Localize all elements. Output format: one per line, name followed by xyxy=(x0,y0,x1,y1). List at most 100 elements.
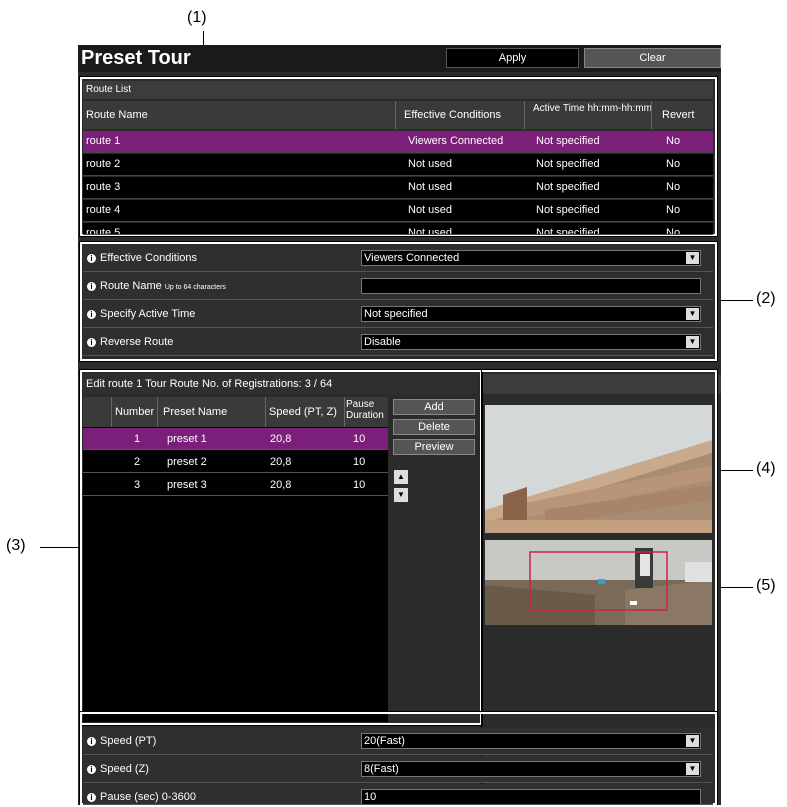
route-row[interactable]: route 5 Not used Not specified No xyxy=(83,223,713,235)
route-revert: No xyxy=(666,158,681,170)
route-condition: Not used xyxy=(408,181,453,193)
info-icon[interactable]: i xyxy=(87,309,96,319)
route-time: Not specified xyxy=(536,227,600,235)
column-revert: Revert xyxy=(662,109,695,121)
callout-2-line xyxy=(718,300,753,301)
arrow-up-icon[interactable]: ▲ xyxy=(394,470,408,484)
reverse-route-label: i Reverse Route xyxy=(87,336,173,348)
column-pause-duration: Pause Duration xyxy=(346,399,384,421)
chevron-down-icon[interactable]: ▼ xyxy=(686,308,699,320)
preview-button[interactable]: Preview xyxy=(393,439,475,455)
callout-4: (4) xyxy=(756,460,776,477)
tour-preset-row[interactable]: 1 preset 1 20,8 10 xyxy=(83,428,388,450)
route-name: route 5 xyxy=(86,227,121,235)
route-name: route 1 xyxy=(86,135,121,147)
chevron-down-icon[interactable]: ▼ xyxy=(686,735,699,747)
preset-number: 2 xyxy=(134,456,141,468)
speed-pt-row: i Speed (PT) 20(Fast) ▼ xyxy=(83,728,713,755)
clear-button[interactable]: Clear xyxy=(584,48,721,68)
chevron-down-icon[interactable]: ▼ xyxy=(686,763,699,775)
route-name-label: i Route Name Up to 64 characters xyxy=(87,280,226,292)
preset-pause: 10 xyxy=(353,456,366,468)
info-icon[interactable]: i xyxy=(87,764,96,774)
route-revert: No xyxy=(666,227,681,235)
tour-preset-table: Number Preset Name Speed (PT, Z) Pause D… xyxy=(83,397,388,722)
add-button[interactable]: Add xyxy=(393,399,475,415)
preset-number: 3 xyxy=(134,479,141,491)
column-route-name: Route Name xyxy=(86,109,148,121)
pause-row: i Pause (sec) 0-3600 10 xyxy=(83,784,713,805)
column-active-time: Active Time hh:mm-hh:mm xyxy=(533,103,652,114)
route-name-input[interactable] xyxy=(361,278,701,294)
route-time: Not specified xyxy=(536,135,600,147)
callout-2: (2) xyxy=(756,290,776,307)
pause-input[interactable]: 10 xyxy=(361,789,701,804)
chevron-down-icon[interactable]: ▼ xyxy=(686,336,699,348)
chevron-down-icon[interactable]: ▼ xyxy=(686,252,699,264)
route-revert: No xyxy=(666,181,681,193)
route-name: route 2 xyxy=(86,158,121,170)
page-title: Preset Tour xyxy=(81,47,191,69)
speed-pt-label: i Speed (PT) xyxy=(87,735,156,747)
active-time-label: i Specify Active Time xyxy=(87,308,195,320)
preset-pause: 10 xyxy=(353,479,366,491)
active-time-row: i Specify Active Time Not specified ▼ xyxy=(83,301,713,328)
preset-speed: 20,8 xyxy=(270,479,292,491)
delete-button[interactable]: Delete xyxy=(393,419,475,435)
route-row[interactable]: route 2 Not used Not specified No xyxy=(83,154,713,176)
speed-z-select[interactable]: 8(Fast) ▼ xyxy=(361,761,701,777)
apply-button[interactable]: Apply xyxy=(446,48,579,68)
column-separator xyxy=(524,101,525,129)
column-separator xyxy=(651,101,652,129)
callout-5: (5) xyxy=(756,577,776,594)
info-icon[interactable]: i xyxy=(87,253,96,263)
preset-tour-panel: Preset Tour Apply Clear Route List Route… xyxy=(78,45,721,805)
preset-number: 1 xyxy=(134,433,141,445)
info-icon[interactable]: i xyxy=(87,337,96,347)
column-speed: Speed (PT, Z) xyxy=(269,406,337,418)
preset-name: preset 1 xyxy=(167,433,207,445)
route-time: Not specified xyxy=(536,181,600,193)
route-name: route 4 xyxy=(86,204,121,216)
tour-preset-column-header: Number Preset Name Speed (PT, Z) Pause D… xyxy=(83,397,388,427)
tour-preset-row[interactable]: 2 preset 2 20,8 10 xyxy=(83,451,388,473)
effective-conditions-select[interactable]: Viewers Connected ▼ xyxy=(361,250,701,266)
route-condition: Viewers Connected xyxy=(408,135,504,147)
route-name: route 3 xyxy=(86,181,121,193)
info-icon[interactable]: i xyxy=(87,792,96,802)
column-separator xyxy=(111,397,112,427)
preset-speed: 20,8 xyxy=(270,456,292,468)
column-preset-name: Preset Name xyxy=(163,406,228,418)
arrow-down-icon[interactable]: ▼ xyxy=(394,488,408,502)
callout-3-line xyxy=(40,547,82,548)
column-effective-conditions: Effective Conditions xyxy=(404,109,502,121)
info-icon[interactable]: i xyxy=(87,736,96,746)
info-icon[interactable]: i xyxy=(87,281,96,291)
route-time: Not specified xyxy=(536,204,600,216)
active-time-select[interactable]: Not specified ▼ xyxy=(361,306,701,322)
route-time: Not specified xyxy=(536,158,600,170)
route-condition: Not used xyxy=(408,204,453,216)
route-revert: No xyxy=(666,204,681,216)
route-list-column-header: Route Name Effective Conditions Active T… xyxy=(83,101,713,129)
speed-pt-select[interactable]: 20(Fast) ▼ xyxy=(361,733,701,749)
route-row[interactable]: route 1 Viewers Connected Not specified … xyxy=(83,131,713,153)
callout-1: (1) xyxy=(187,9,207,26)
reverse-route-row: i Reverse Route Disable ▼ xyxy=(83,329,713,356)
preset-name: preset 3 xyxy=(167,479,207,491)
route-name-row: i Route Name Up to 64 characters xyxy=(83,273,713,300)
column-separator xyxy=(157,397,158,427)
column-separator xyxy=(265,397,266,427)
route-row[interactable]: route 3 Not used Not specified No xyxy=(83,177,713,199)
column-separator xyxy=(395,101,396,129)
route-list-header: Route List xyxy=(83,81,713,99)
route-condition: Not used xyxy=(408,158,453,170)
route-condition: Not used xyxy=(408,227,453,235)
reverse-route-select[interactable]: Disable ▼ xyxy=(361,334,701,350)
preset-speed: 20,8 xyxy=(270,433,292,445)
pause-label: i Pause (sec) 0-3600 xyxy=(87,791,196,803)
tour-preset-row[interactable]: 3 preset 3 20,8 10 xyxy=(83,474,388,496)
column-separator xyxy=(344,397,345,427)
callout-3: (3) xyxy=(6,537,26,554)
route-row[interactable]: route 4 Not used Not specified No xyxy=(83,200,713,222)
